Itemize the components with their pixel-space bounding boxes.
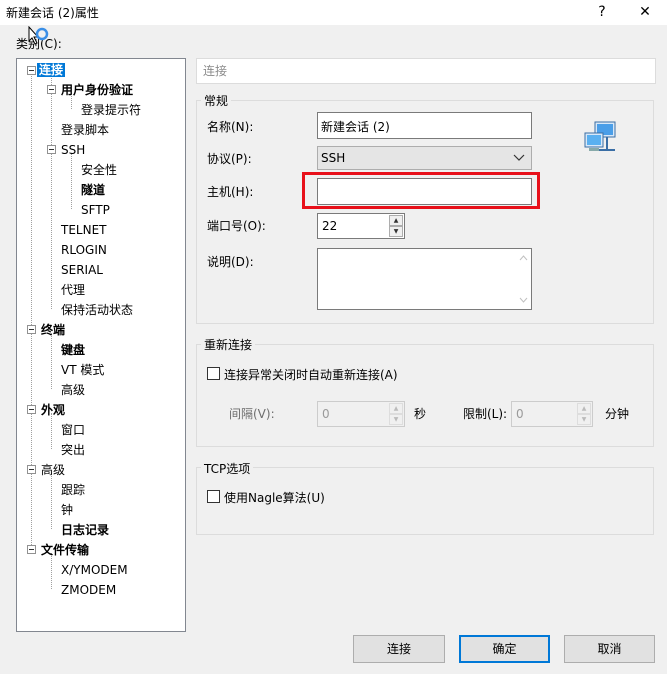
collapse-icon[interactable] bbox=[27, 545, 36, 554]
mouse-cursor-icon bbox=[28, 25, 54, 51]
name-label: 名称(N): bbox=[207, 120, 254, 134]
auto-reconnect-checkbox[interactable] bbox=[207, 367, 220, 380]
tree-item-telnet[interactable]: TELNET bbox=[61, 221, 107, 239]
nagle-checkbox[interactable] bbox=[207, 490, 220, 503]
interval-unit: 秒 bbox=[414, 407, 427, 421]
help-button[interactable]: ? bbox=[590, 2, 614, 22]
tree-item-terminal-advanced[interactable]: 高级 bbox=[61, 381, 85, 399]
tree-item-file-transfer[interactable]: 文件传输 bbox=[41, 541, 89, 559]
port-label: 端口号(O): bbox=[207, 219, 266, 233]
scroll-down-icon[interactable] bbox=[519, 297, 528, 303]
collapse-icon[interactable] bbox=[27, 325, 36, 334]
cancel-button[interactable]: 取消 bbox=[564, 635, 655, 663]
spin-up-icon[interactable]: ▲ bbox=[577, 403, 591, 414]
tree-item-login-script[interactable]: 登录脚本 bbox=[61, 121, 109, 139]
port-spinner[interactable]: 22 ▲ ▼ bbox=[317, 213, 405, 239]
tree-item-appearance[interactable]: 外观 bbox=[41, 401, 65, 419]
section-header-title: 连接 bbox=[203, 64, 228, 78]
close-button[interactable]: ✕ bbox=[633, 2, 657, 22]
protocol-label: 协议(P): bbox=[207, 152, 252, 166]
limit-value: 0 bbox=[516, 407, 524, 421]
tree-item-keyboard[interactable]: 键盘 bbox=[61, 341, 85, 359]
spin-down-icon[interactable]: ▼ bbox=[389, 226, 403, 237]
limit-label: 限制(L): bbox=[463, 407, 508, 421]
collapse-icon[interactable] bbox=[47, 145, 56, 154]
tree-item-logging[interactable]: 日志记录 bbox=[61, 521, 109, 539]
reconnect-group-title: 重新连接 bbox=[201, 336, 256, 353]
spin-down-icon[interactable]: ▼ bbox=[577, 414, 591, 425]
tree-item-sftp[interactable]: SFTP bbox=[81, 201, 110, 219]
spin-down-icon[interactable]: ▼ bbox=[389, 414, 403, 425]
limit-spinner[interactable]: 0 ▲ ▼ bbox=[511, 401, 593, 427]
interval-spinner[interactable]: 0 ▲ ▼ bbox=[317, 401, 405, 427]
highlight-annotation-box bbox=[302, 172, 540, 209]
tcp-options-title: TCP选项 bbox=[201, 460, 254, 477]
tree-item-rlogin[interactable]: RLOGIN bbox=[61, 241, 107, 259]
connect-button[interactable]: 连接 bbox=[353, 635, 445, 663]
port-value: 22 bbox=[322, 219, 338, 233]
name-input[interactable]: 新建会话 (2) bbox=[317, 112, 532, 139]
collapse-icon[interactable] bbox=[27, 465, 36, 474]
section-header bbox=[196, 58, 656, 84]
tree-item-bell[interactable]: 钟 bbox=[61, 501, 73, 519]
title-bar: 新建会话 (2)属性 ? ✕ bbox=[0, 0, 667, 25]
spin-up-icon[interactable]: ▲ bbox=[389, 403, 403, 414]
auto-reconnect-label: 连接异常关闭时自动重新连接(A) bbox=[224, 368, 398, 382]
network-computers-icon bbox=[583, 120, 619, 159]
interval-label: 间隔(V): bbox=[229, 407, 275, 421]
category-tree[interactable]: 连接 用户身份验证 登录提示符 登录脚本 SSH 安全性 隧道 SFTP TEL… bbox=[16, 58, 186, 632]
general-group-title: 常规 bbox=[201, 92, 232, 109]
tree-item-vt-mode[interactable]: VT 模式 bbox=[61, 361, 104, 379]
protocol-select[interactable]: SSH bbox=[317, 146, 532, 170]
collapse-icon[interactable] bbox=[27, 66, 36, 75]
limit-unit: 分钟 bbox=[605, 407, 630, 421]
tree-item-zmodem[interactable]: ZMODEM bbox=[61, 581, 116, 599]
tree-item-tunnel[interactable]: 隧道 bbox=[81, 181, 105, 199]
chevron-down-icon bbox=[513, 150, 525, 167]
ok-button[interactable]: 确定 bbox=[459, 635, 550, 663]
tree-item-security[interactable]: 安全性 bbox=[81, 161, 117, 179]
tree-item-connection[interactable]: 连接 bbox=[37, 61, 66, 79]
description-label: 说明(D): bbox=[207, 255, 254, 269]
tree-item-terminal[interactable]: 终端 bbox=[41, 321, 65, 339]
tree-item-window[interactable]: 窗口 bbox=[61, 421, 85, 439]
tree-item-user-auth[interactable]: 用户身份验证 bbox=[61, 81, 133, 99]
scroll-up-icon[interactable] bbox=[519, 255, 528, 261]
tree-item-login-prompt[interactable]: 登录提示符 bbox=[81, 101, 141, 119]
interval-value: 0 bbox=[322, 407, 330, 421]
host-label: 主机(H): bbox=[207, 185, 254, 199]
protocol-select-value: SSH bbox=[321, 151, 346, 165]
reconnect-group bbox=[196, 344, 654, 447]
collapse-icon[interactable] bbox=[27, 405, 36, 414]
tree-item-serial[interactable]: SERIAL bbox=[61, 261, 103, 279]
tree-item-keepalive[interactable]: 保持活动状态 bbox=[61, 301, 133, 319]
tree-item-proxy[interactable]: 代理 bbox=[61, 281, 85, 299]
collapse-icon[interactable] bbox=[47, 85, 56, 94]
tree-item-xymodem[interactable]: X/YMODEM bbox=[61, 561, 128, 579]
spin-up-icon[interactable]: ▲ bbox=[389, 215, 403, 226]
tree-item-ssh[interactable]: SSH bbox=[61, 141, 85, 159]
window-title: 新建会话 (2)属性 bbox=[6, 6, 99, 20]
tree-item-advanced[interactable]: 高级 bbox=[41, 461, 65, 479]
tree-item-highlight[interactable]: 突出 bbox=[61, 441, 85, 459]
tree-item-trace[interactable]: 跟踪 bbox=[61, 481, 85, 499]
description-input[interactable] bbox=[317, 248, 532, 310]
nagle-label: 使用Nagle算法(U) bbox=[224, 491, 325, 505]
